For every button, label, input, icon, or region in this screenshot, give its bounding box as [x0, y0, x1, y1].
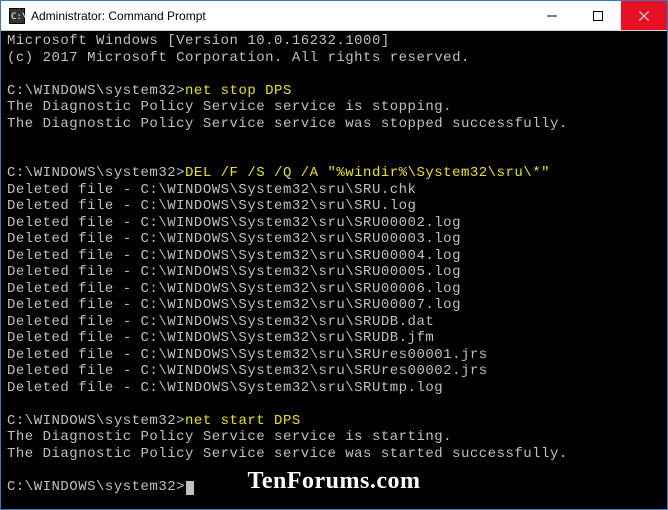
output-line: Deleted file - C:\WINDOWS\System32\sru\S…	[7, 182, 661, 199]
output-line: The Diagnostic Policy Service service is…	[7, 99, 661, 116]
minimize-button[interactable]	[529, 1, 575, 30]
output-line: Deleted file - C:\WINDOWS\System32\sru\S…	[7, 248, 661, 265]
cursor	[186, 481, 194, 495]
command-text: net stop DPS	[185, 83, 292, 99]
header-line: Microsoft Windows [Version 10.0.16232.10…	[7, 33, 661, 50]
prompt: C:\WINDOWS\system32>	[7, 479, 185, 495]
output-line: Deleted file - C:\WINDOWS\System32\sru\S…	[7, 347, 661, 364]
command-line: C:\WINDOWS\system32>net start DPS	[7, 413, 661, 430]
blank-line	[7, 149, 661, 166]
prompt: C:\WINDOWS\system32>	[7, 165, 185, 181]
command-text: DEL /F /S /Q /A "%windir%\System32\sru\*…	[185, 165, 550, 181]
output-line: Deleted file - C:\WINDOWS\System32\sru\S…	[7, 198, 661, 215]
output-line: Deleted file - C:\WINDOWS\System32\sru\S…	[7, 215, 661, 232]
blank-line	[7, 132, 661, 149]
output-line: Deleted file - C:\WINDOWS\System32\sru\S…	[7, 297, 661, 314]
prompt: C:\WINDOWS\system32>	[7, 413, 185, 429]
output-line: Deleted file - C:\WINDOWS\System32\sru\S…	[7, 363, 661, 380]
svg-text:C:\: C:\	[11, 12, 25, 22]
blank-line	[7, 462, 661, 479]
window-title: Administrator: Command Prompt	[31, 9, 529, 23]
prompt: C:\WINDOWS\system32>	[7, 83, 185, 99]
output-line: Deleted file - C:\WINDOWS\System32\sru\S…	[7, 314, 661, 331]
output-line: The Diagnostic Policy Service service is…	[7, 429, 661, 446]
cmd-icon: C:\	[9, 8, 25, 24]
maximize-button[interactable]	[575, 1, 621, 30]
prompt-line: C:\WINDOWS\system32>	[7, 479, 661, 496]
close-button[interactable]	[621, 1, 667, 30]
blank-line	[7, 396, 661, 413]
output-line: Deleted file - C:\WINDOWS\System32\sru\S…	[7, 264, 661, 281]
command-line: C:\WINDOWS\system32>DEL /F /S /Q /A "%wi…	[7, 165, 661, 182]
output-line: The Diagnostic Policy Service service wa…	[7, 116, 661, 133]
output-line: Deleted file - C:\WINDOWS\System32\sru\S…	[7, 330, 661, 347]
output-line: The Diagnostic Policy Service service wa…	[7, 446, 661, 463]
output-line: Deleted file - C:\WINDOWS\System32\sru\S…	[7, 231, 661, 248]
terminal-area[interactable]: Microsoft Windows [Version 10.0.16232.10…	[1, 31, 667, 509]
command-line: C:\WINDOWS\system32>net stop DPS	[7, 83, 661, 100]
output-line: Deleted file - C:\WINDOWS\System32\sru\S…	[7, 281, 661, 298]
output-line: Deleted file - C:\WINDOWS\System32\sru\S…	[7, 380, 661, 397]
titlebar[interactable]: C:\ Administrator: Command Prompt	[1, 1, 667, 31]
command-text: net start DPS	[185, 413, 301, 429]
blank-line	[7, 66, 661, 83]
header-line: (c) 2017 Microsoft Corporation. All righ…	[7, 50, 661, 67]
window-controls	[529, 1, 667, 30]
